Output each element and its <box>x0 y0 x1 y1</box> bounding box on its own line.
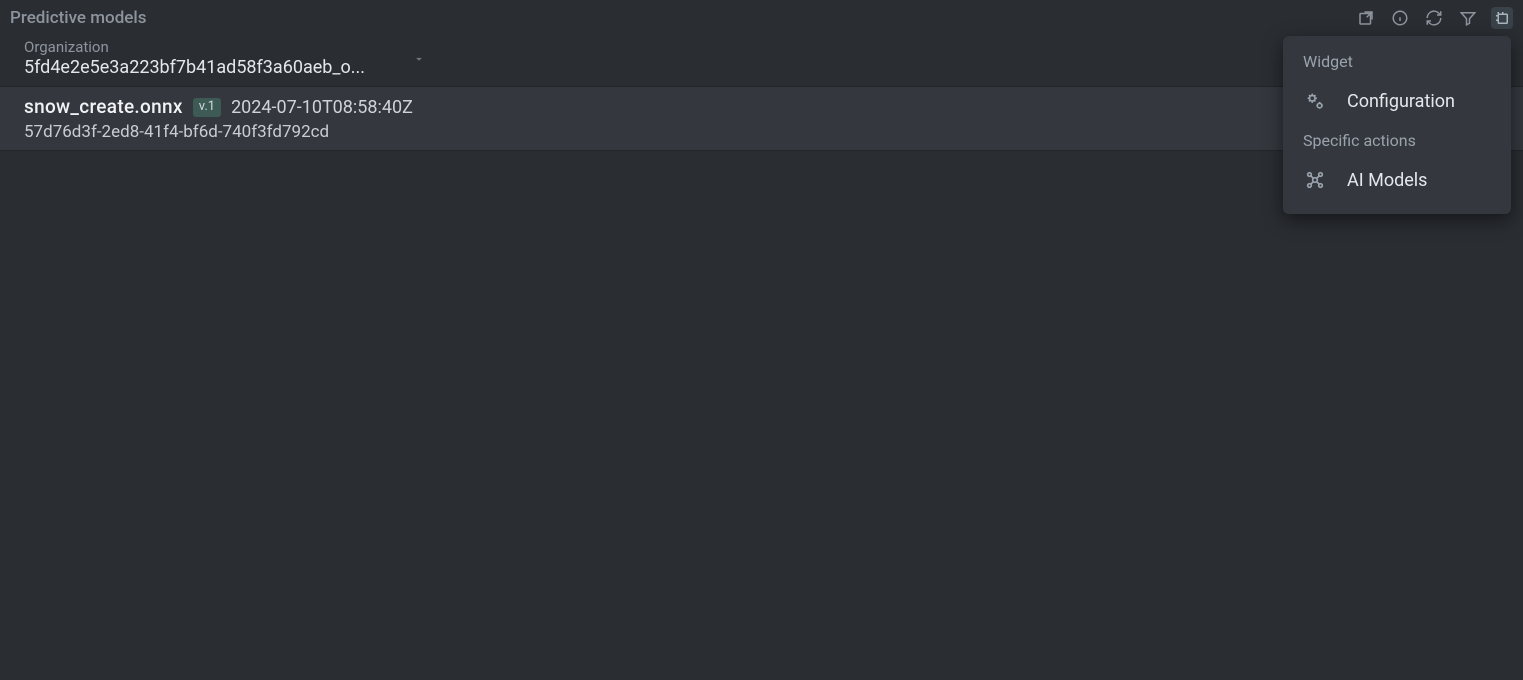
popout-icon[interactable] <box>1355 7 1377 29</box>
menu-section-widget: Widget <box>1283 48 1511 81</box>
chevron-down-icon <box>412 52 426 66</box>
organization-label: Organization <box>24 38 434 56</box>
ai-models-icon <box>1303 168 1327 192</box>
menu-item-ai-models[interactable]: AI Models <box>1283 160 1511 200</box>
organization-value: 5fd4e2e5e3a223bf7b41ad58f3a60aeb_o... <box>24 56 384 79</box>
model-version-badge: v.1 <box>193 98 221 117</box>
info-icon[interactable] <box>1389 7 1411 29</box>
menu-item-configuration[interactable]: Configuration <box>1283 81 1511 121</box>
panel-title: Predictive models <box>10 8 146 28</box>
organization-dropdown[interactable]: Organization 5fd4e2e5e3a223bf7b41ad58f3a… <box>24 38 434 79</box>
menu-item-label: AI Models <box>1347 170 1427 191</box>
settings-icon[interactable] <box>1491 7 1513 29</box>
panel-header: Predictive models <box>0 0 1523 32</box>
menu-section-specific: Specific actions <box>1283 127 1511 160</box>
settings-menu: Widget Configuration Specific actions <box>1283 36 1511 214</box>
filter-icon[interactable] <box>1457 7 1479 29</box>
model-timestamp: 2024-07-10T08:58:40Z <box>231 96 413 119</box>
panel-toolbar <box>1355 7 1513 29</box>
model-name: snow_create.onnx <box>24 95 183 120</box>
predictive-models-panel: Predictive models <box>0 0 1523 680</box>
menu-item-label: Configuration <box>1347 91 1455 112</box>
refresh-icon[interactable] <box>1423 7 1445 29</box>
gears-icon <box>1303 89 1327 113</box>
